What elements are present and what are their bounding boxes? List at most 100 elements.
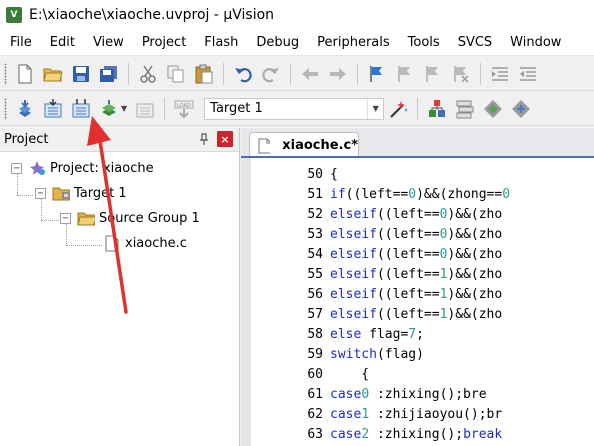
code-line[interactable]: else if ((left== 1)&&(zho xyxy=(330,264,502,284)
flag-next-icon xyxy=(426,65,438,82)
toolbar-grip[interactable] xyxy=(4,97,7,120)
target-options-button[interactable] xyxy=(386,97,410,121)
new-file-icon xyxy=(18,64,32,83)
next-bookmark-button[interactable] xyxy=(421,62,445,86)
manage-rte-button[interactable] xyxy=(481,97,505,121)
redo-icon xyxy=(262,67,279,82)
tree-item-label: Project: xiaoche xyxy=(50,160,154,176)
tree-item-label: Source Group 1 xyxy=(99,210,200,226)
uvision-app-icon: V xyxy=(6,7,22,23)
batch-build-dropdown-arrow[interactable]: ▼ xyxy=(121,104,127,113)
tree-item-target[interactable]: − Target 1 xyxy=(35,183,127,203)
code-line[interactable]: { xyxy=(330,364,369,384)
editor-gutter[interactable] xyxy=(241,158,251,446)
tree-item-source-group[interactable]: − Source Group 1 xyxy=(60,208,200,228)
menu-window[interactable]: Window xyxy=(501,35,570,50)
code-line[interactable]: case 1 :zhijiaoyou();br xyxy=(330,404,502,424)
navigate-back-button[interactable] xyxy=(298,62,322,86)
code-line[interactable]: case 0 :zhixing();bre xyxy=(330,384,487,404)
code-line[interactable]: else flag= 7; xyxy=(330,324,424,344)
close-panel-button[interactable]: × xyxy=(217,131,233,147)
target-select[interactable]: Target 1 ▼ xyxy=(204,97,385,120)
editor-tab-strip: xiaoche.c* xyxy=(241,128,594,158)
code-editor[interactable]: 50 {51 if ((left== 0)&&(zhong== 0 52 else if(… xyxy=(241,158,594,446)
code-line[interactable]: if ((left== 0)&&(zhong== 0 xyxy=(330,184,510,204)
collapse-toggle[interactable]: − xyxy=(35,187,46,199)
line-number: 55 xyxy=(307,266,323,282)
tree-item-label: xiaoche.c xyxy=(125,235,187,251)
tree-item-file[interactable]: xiaoche.c xyxy=(103,233,187,253)
toolbar-separator xyxy=(417,97,419,120)
menu-peripherals[interactable]: Peripherals xyxy=(308,35,399,50)
paste-icon xyxy=(195,64,213,83)
menu-svcs[interactable]: SVCS xyxy=(449,35,501,50)
pin-icon[interactable] xyxy=(197,132,211,146)
project-items-icon xyxy=(429,99,446,117)
packs-icon xyxy=(456,100,474,118)
build-button[interactable] xyxy=(41,97,65,121)
code-line[interactable]: else if ((left== 0)&&(zho xyxy=(330,244,502,264)
indent-button[interactable] xyxy=(488,62,512,86)
select-packs-button[interactable] xyxy=(453,97,477,121)
manage-project-items-button[interactable] xyxy=(425,97,449,121)
code-line[interactable]: case 2 :zhixing(); break xyxy=(330,424,502,444)
chevron-down-icon[interactable]: ▼ xyxy=(367,98,383,119)
code-line[interactable]: else if ((left== 1)&&(zho xyxy=(330,304,502,324)
open-file-button[interactable] xyxy=(41,62,65,86)
menu-view[interactable]: View xyxy=(84,35,133,50)
insert-bookmark-button[interactable] xyxy=(365,62,389,86)
rte-diamond-icon xyxy=(484,99,503,118)
cut-button[interactable] xyxy=(136,62,160,86)
tree-connector xyxy=(41,220,59,221)
menu-debug[interactable]: Debug xyxy=(247,35,308,50)
collapse-toggle[interactable]: − xyxy=(11,162,22,174)
toolbar-separator xyxy=(128,62,129,85)
clear-bookmarks-button[interactable] xyxy=(449,62,473,86)
save-all-button[interactable] xyxy=(97,62,121,86)
menu-project[interactable]: Project xyxy=(133,35,195,50)
tree-connector xyxy=(66,245,102,246)
unindent-button[interactable] xyxy=(516,62,540,86)
code-line[interactable]: { xyxy=(330,164,338,184)
code-line[interactable]: else if ((left== 0)&&(zho xyxy=(330,204,502,224)
flag-icon xyxy=(370,65,382,82)
translate-button[interactable] xyxy=(13,97,37,121)
project-panel: Project × − Project: xiaoche − Target 1 xyxy=(0,128,240,446)
download-button[interactable]: LOAD xyxy=(172,97,196,121)
toolbar-separator xyxy=(290,62,291,85)
flag-clear-icon xyxy=(454,65,469,83)
menu-flash[interactable]: Flash xyxy=(195,35,247,50)
new-file-button[interactable] xyxy=(13,62,37,86)
undo-button[interactable] xyxy=(231,62,255,86)
tab-xiaoche-c[interactable]: xiaoche.c* xyxy=(249,132,359,158)
batch-build-button[interactable] xyxy=(97,97,121,121)
rebuild-icon xyxy=(72,98,90,117)
menu-tools[interactable]: Tools xyxy=(399,35,449,50)
copy-button[interactable] xyxy=(164,62,188,86)
batch-build-icon xyxy=(102,99,116,116)
toolbar-grip[interactable] xyxy=(4,62,7,85)
collapse-toggle[interactable]: − xyxy=(60,212,71,224)
paste-button[interactable] xyxy=(192,62,216,86)
code-line[interactable]: else if ((left== 1)&&(zho xyxy=(330,284,502,304)
navigate-forward-button[interactable] xyxy=(326,62,350,86)
line-number: 56 xyxy=(307,286,323,302)
rebuild-button[interactable] xyxy=(69,97,93,121)
menu-file[interactable]: File xyxy=(0,35,41,50)
code-line[interactable]: switch (flag) xyxy=(330,344,424,364)
redo-button[interactable] xyxy=(259,62,283,86)
stop-build-icon xyxy=(136,103,154,117)
stop-build-button[interactable] xyxy=(133,97,157,121)
prev-bookmark-button[interactable] xyxy=(393,62,417,86)
save-all-icon xyxy=(100,65,117,82)
pack-installer-button[interactable] xyxy=(509,97,533,121)
file-toolbar xyxy=(0,57,594,91)
tree-item-project[interactable]: − Project: xiaoche xyxy=(11,158,154,178)
code-line[interactable]: else if ((left== 0)&&(zho xyxy=(330,224,502,244)
indent-icon xyxy=(492,66,508,81)
pack-installer-icon xyxy=(512,99,531,118)
copy-icon xyxy=(167,65,184,82)
menu-edit[interactable]: Edit xyxy=(41,35,84,50)
svg-text:LOAD: LOAD xyxy=(177,103,191,109)
save-button[interactable] xyxy=(69,62,93,86)
